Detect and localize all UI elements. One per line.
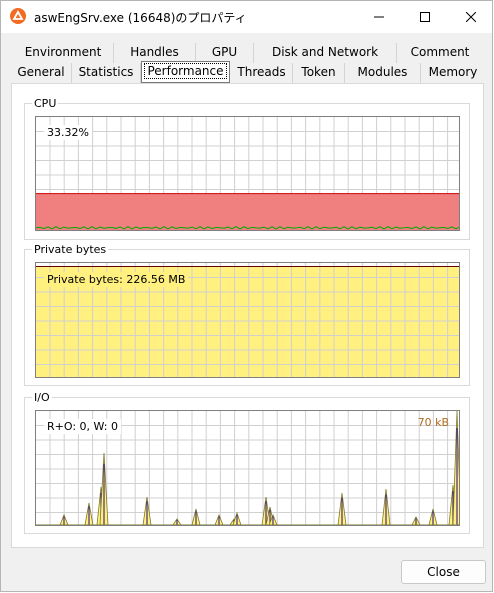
tab-modules[interactable]: Modules — [345, 63, 421, 83]
cpu-readout: 33.32% — [44, 125, 92, 140]
tab-row-1: Environment Handles GPU Disk and Network… — [13, 43, 483, 63]
title-bar[interactable]: aswEngSrv.exe (16648)のプロパティ — [1, 1, 492, 33]
tab-performance[interactable]: Performance — [141, 61, 230, 83]
avast-app-icon — [10, 8, 26, 24]
minimize-button[interactable] — [356, 1, 402, 33]
tab-general[interactable]: General — [11, 63, 72, 83]
tab-memory[interactable]: Memory — [421, 63, 485, 83]
cpu-graph: 33.32% — [35, 116, 460, 231]
properties-window: aswEngSrv.exe (16648)のプロパティ Environment … — [0, 0, 493, 592]
tab-comment[interactable]: Comment — [397, 43, 483, 63]
tab-disk-and-network[interactable]: Disk and Network — [254, 43, 397, 63]
maximize-icon — [420, 12, 430, 22]
io-scale-label: 70 kB — [417, 416, 449, 429]
maximize-button[interactable] — [402, 1, 448, 33]
io-readout: R+O: 0, W: 0 — [44, 419, 121, 434]
window-title: aswEngSrv.exe (16648)のプロパティ — [34, 11, 247, 25]
tab-token[interactable]: Token — [293, 63, 345, 83]
tab-statistics[interactable]: Statistics — [72, 63, 141, 83]
cpu-usage-area — [36, 193, 459, 230]
close-icon — [466, 12, 476, 22]
tab-environment[interactable]: Environment — [13, 43, 114, 63]
cpu-label: CPU — [32, 97, 59, 110]
close-window-button[interactable] — [448, 1, 494, 33]
tab-handles[interactable]: Handles — [114, 43, 196, 63]
private-bytes-label: Private bytes — [32, 243, 109, 256]
private-bytes-graph: Private bytes: 226.56 MB — [35, 262, 460, 378]
tab-gpu[interactable]: GPU — [196, 43, 254, 63]
cpu-graph-canvas — [36, 117, 459, 230]
close-button[interactable]: Close — [401, 560, 486, 584]
tab-threads[interactable]: Threads — [231, 63, 293, 83]
io-graph: R+O: 0, W: 0 70 kB — [35, 410, 460, 526]
minimize-icon — [374, 16, 384, 18]
private-bytes-readout: Private bytes: 226.56 MB — [44, 272, 189, 287]
tab-row-2: General Statistics Performance Threads T… — [11, 61, 485, 83]
io-label: I/O — [32, 391, 52, 404]
